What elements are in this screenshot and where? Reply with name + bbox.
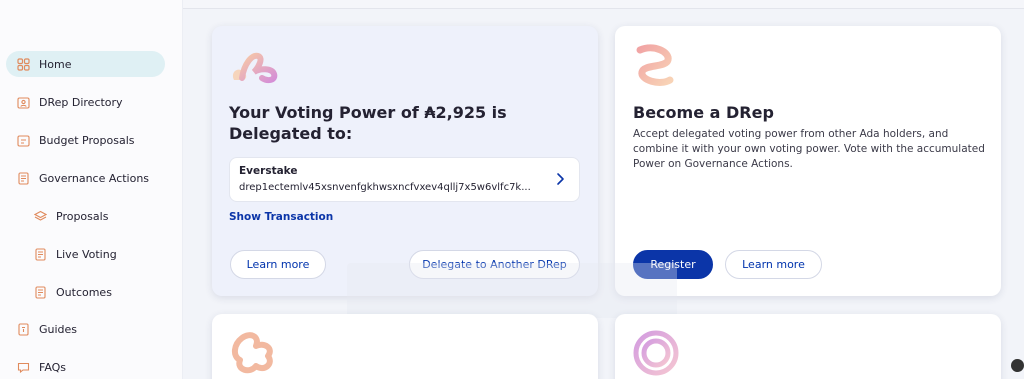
sidebar-item-budget-proposals[interactable]: Budget Proposals [6, 127, 165, 153]
sidebar-item-home[interactable]: Home [6, 51, 165, 77]
voting-illustration-icon [232, 52, 278, 84]
budget-icon [17, 134, 30, 147]
voting-title-prefix: Your Voting Power of [229, 103, 425, 122]
chevron-right-icon [557, 173, 564, 185]
sidebar-item-label: Outcomes [56, 285, 112, 299]
settings-icon[interactable] [1011, 359, 1024, 372]
drep-learn-more-button[interactable]: Learn more [725, 250, 822, 279]
sidebar-item-faqs[interactable]: FAQs [6, 354, 165, 379]
delegated-drep-row[interactable]: Everstake drep1ectemlv45xsnvenfgkhwsxncf… [229, 157, 580, 202]
sidebar-item-drep-directory[interactable]: DRep Directory [6, 89, 165, 115]
dashboard-grid-icon [17, 57, 30, 71]
sidebar-item-label: Budget Proposals [39, 133, 135, 147]
sidebar-item-label: DRep Directory [39, 95, 123, 109]
top-bar [183, 0, 1024, 9]
sidebar-item-label: Governance Actions [39, 171, 150, 185]
sidebar-item-label: Proposals [56, 209, 109, 223]
voting-power-title: Your Voting Power of ₳2,925 is Delegated… [229, 102, 579, 144]
sidebar-item-outcomes[interactable]: Outcomes [6, 279, 165, 305]
directory-icon [17, 96, 30, 109]
become-drep-description: Accept delegated voting power from other… [633, 128, 985, 170]
guides-illustration-icon [232, 332, 273, 374]
layers-icon [34, 210, 47, 223]
document-icon [17, 171, 30, 185]
document-icon [34, 247, 47, 261]
sidebar-item-guides[interactable]: Guides [6, 316, 165, 342]
book-icon [17, 322, 30, 336]
faded-overlay [347, 263, 677, 318]
sidebar-item-proposals[interactable]: Proposals [6, 203, 165, 229]
show-transaction-link[interactable]: Show Transaction [229, 211, 333, 223]
voting-power-amount: ₳2,925 [424, 103, 487, 122]
sidebar-item-live-voting[interactable]: Live Voting [6, 241, 165, 267]
chat-icon [17, 361, 30, 374]
sidebar-item-governance-actions[interactable]: Governance Actions [6, 165, 165, 191]
sidebar-item-label: Guides [39, 322, 78, 336]
sidebar-item-label: FAQs [39, 360, 67, 374]
sidebar-item-label: Live Voting [56, 247, 117, 261]
learn-more-button[interactable]: Learn more [230, 250, 326, 279]
drep-illustration-icon [636, 44, 674, 86]
drep-id: drep1ectemlv45xsnvenfgkhwsxncfvxev4qllj7… [239, 182, 531, 193]
drep-name: Everstake [239, 165, 298, 177]
become-drep-title: Become a DRep [633, 103, 774, 122]
proposals-illustration-icon [633, 330, 679, 376]
sidebar-item-label: Home [39, 57, 72, 71]
document-icon [34, 285, 47, 299]
sidebar: Home DRep Directory Budget Proposals Gov… [0, 0, 183, 379]
